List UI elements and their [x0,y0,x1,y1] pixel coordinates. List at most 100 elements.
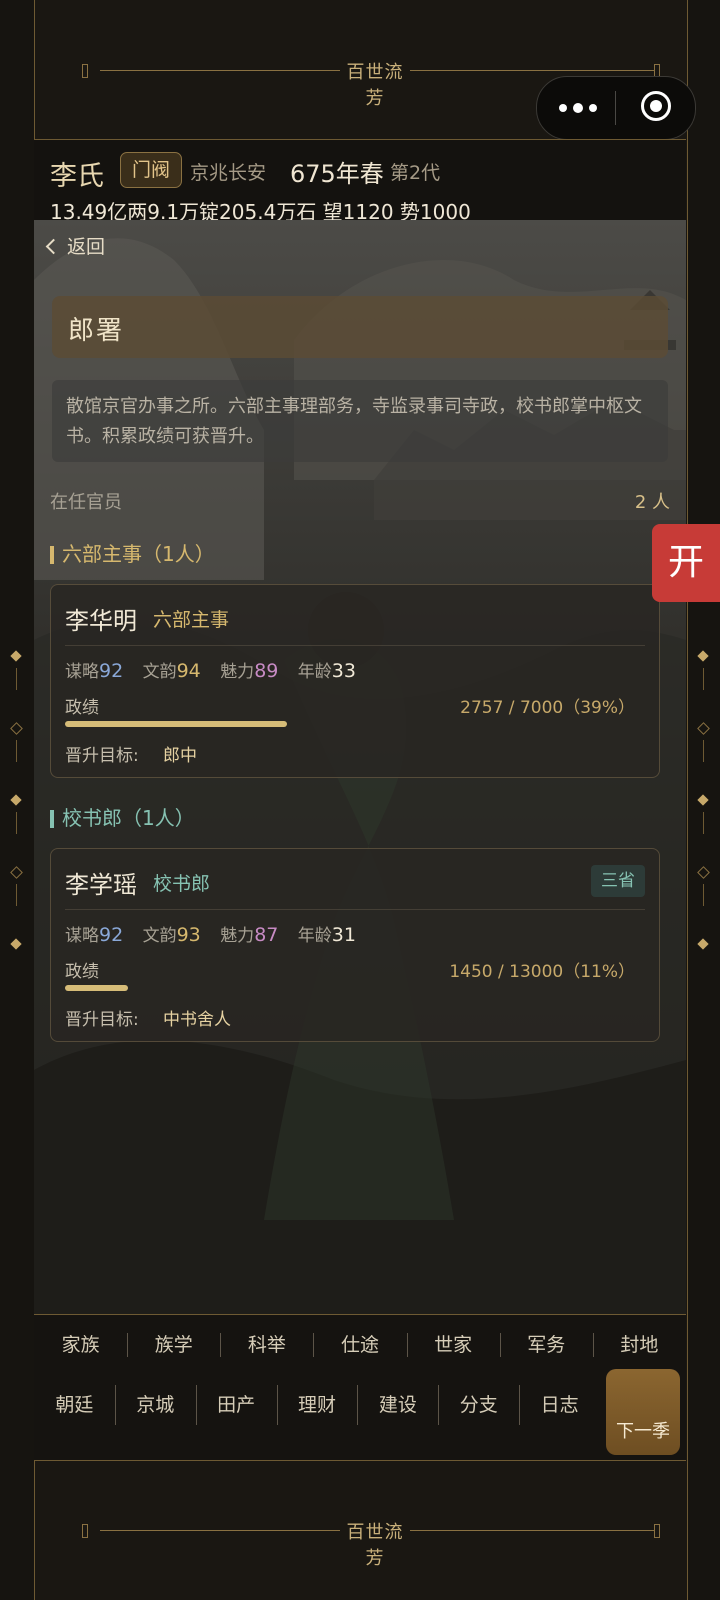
chevron-left-icon [45,238,62,255]
office-description: 散馆京官办事之所。六部主事理部务，寺监录事司寺政，校书郎掌中枢文书。积累政绩可获… [66,396,642,447]
diamond-ornament [697,650,709,662]
more-icon[interactable] [557,97,617,119]
merit-value: 1450 / 13000（11%） [449,962,635,982]
strategy-label: 谋略 [65,662,99,682]
banner-title: 百世流芳 [346,1522,404,1569]
ornament-line [16,740,17,762]
banner-title: 百世流芳 [346,62,404,109]
section-heading-jiaoshulang: 校书郎（1人） [50,802,195,831]
nav-tab-capital[interactable]: 京城 [114,1371,196,1439]
official-name: 李学瑶 [65,871,137,899]
merit-label: 政绩 [65,698,99,718]
nav-tab-clan-school[interactable]: 族学 [127,1327,220,1363]
diamond-outline-ornament [10,722,23,735]
merit-label: 政绩 [65,962,99,982]
section-heading-text: 六部主事（1人） [62,542,215,566]
age-value: 33 [331,660,356,682]
official-attributes: 谋略92 文韵93 魅力87 年龄31 [65,921,370,946]
age-label: 年龄 [297,662,332,682]
banner-cap-left [82,1524,88,1538]
diamond-ornament [10,650,22,662]
ornament-line [703,668,704,690]
diamond-ornament [697,794,709,806]
ornament-line [16,812,17,834]
diamond-outline-ornament [10,866,23,879]
banner-rule-right [410,70,655,71]
current-year: 675年春 [290,160,384,188]
promotion-label: 晋升目标: [65,746,139,766]
next-season-label: 下一季 [616,1421,670,1442]
literary-label: 文韵 [142,662,177,682]
official-tag: 三省 [591,865,645,897]
nav-tab-exam[interactable]: 科举 [220,1327,313,1363]
charm-label: 魅力 [220,926,255,946]
nav-tab-family[interactable]: 家族 [34,1327,127,1363]
banner-rule-right [410,1530,655,1531]
ornament-line [703,740,704,762]
banner-rule-left [100,1530,340,1531]
back-button[interactable]: 返回 [45,232,106,259]
diamond-outline-ornament [697,722,710,735]
promotion-target: 郎中 [163,746,197,766]
section-marker [50,546,54,564]
clan-rank-badge: 门阀 [120,152,182,188]
promotion-target: 中书舍人 [163,1010,231,1030]
office-name: 郎署 [68,316,125,346]
card-divider [65,909,645,910]
miniprogram-capsule [536,76,696,140]
section-marker [50,810,54,828]
nav-tab-branch[interactable]: 分支 [438,1371,519,1439]
nav-tab-construction[interactable]: 建设 [357,1371,438,1439]
literary-label: 文韵 [142,926,177,946]
clan-header: 李氏 门阀 京兆长安 675年春 第2代 13.49亿两9.1万锭205.4万石… [34,139,686,224]
nav-tab-fief[interactable]: 封地 [592,1327,686,1363]
diamond-ornament [697,938,709,950]
generation: 第2代 [390,162,441,184]
official-name: 李华明 [65,607,137,635]
official-title: 六部主事 [153,609,230,631]
merit-progress-bar [65,721,635,727]
officials-count-row: 在任官员 2 人 [50,488,670,514]
nav-tab-noble-houses[interactable]: 世家 [406,1327,500,1363]
charm-value: 89 [254,660,279,682]
nav-row-primary: 家族 族学 科举 仕途 世家 军务 封地 [34,1327,686,1363]
charm-label: 魅力 [220,662,255,682]
official-title: 校书郎 [153,873,211,895]
nav-tab-military[interactable]: 军务 [499,1327,593,1363]
clan-location: 京兆长安 [190,162,267,184]
nav-tab-estate[interactable]: 田产 [195,1371,277,1439]
office-title-bar: 郎署 [52,296,668,358]
open-side-button[interactable]: 开 [652,524,720,602]
banner-rule-left [100,70,340,71]
strategy-label: 谋略 [65,926,99,946]
strategy-value: 92 [99,660,124,682]
close-target-icon[interactable] [641,91,671,121]
back-label: 返回 [67,236,106,258]
nav-tab-career[interactable]: 仕途 [313,1327,406,1363]
officials-count: 2 人 [634,492,670,513]
promotion-label: 晋升目标: [65,1010,139,1030]
capsule-divider [615,91,616,125]
merit-progress-bar [65,985,635,991]
official-attributes: 谋略92 文韵94 魅力89 年龄33 [65,657,370,682]
clan-surname: 李氏 [50,161,104,192]
nav-tab-court[interactable]: 朝廷 [34,1371,115,1439]
ornament-line [16,884,17,906]
literary-value: 93 [176,924,201,946]
official-card[interactable]: 李学瑶 校书郎 三省 谋略92 文韵93 魅力87 年龄31 政绩 1450 /… [50,848,660,1042]
office-description-box: 散馆京官办事之所。六部主事理部务，寺监录事司寺政，校书郎掌中枢文书。积累政绩可获… [52,380,668,462]
charm-value: 87 [254,924,279,946]
nav-row-secondary: 朝廷 京城 田产 理财 建设 分支 日志 [34,1371,600,1439]
nav-tab-finance[interactable]: 理财 [276,1371,358,1439]
bottom-navigation: 家族 族学 科举 仕途 世家 军务 封地 朝廷 京城 田产 理财 建设 分支 日… [34,1314,686,1461]
section-heading-text: 校书郎（1人） [62,806,195,830]
age-value: 31 [331,924,356,946]
bottom-banner: 百世流芳 [34,1516,686,1569]
merit-progress-fill [65,985,128,991]
literary-value: 94 [176,660,201,682]
nav-tab-log[interactable]: 日志 [519,1371,600,1439]
officials-label: 在任官员 [50,492,122,513]
strategy-value: 92 [99,924,124,946]
next-season-button[interactable]: 下一季 [606,1369,680,1455]
official-card[interactable]: 李华明 六部主事 谋略92 文韵94 魅力89 年龄33 政绩 2757 / 7… [50,584,660,778]
